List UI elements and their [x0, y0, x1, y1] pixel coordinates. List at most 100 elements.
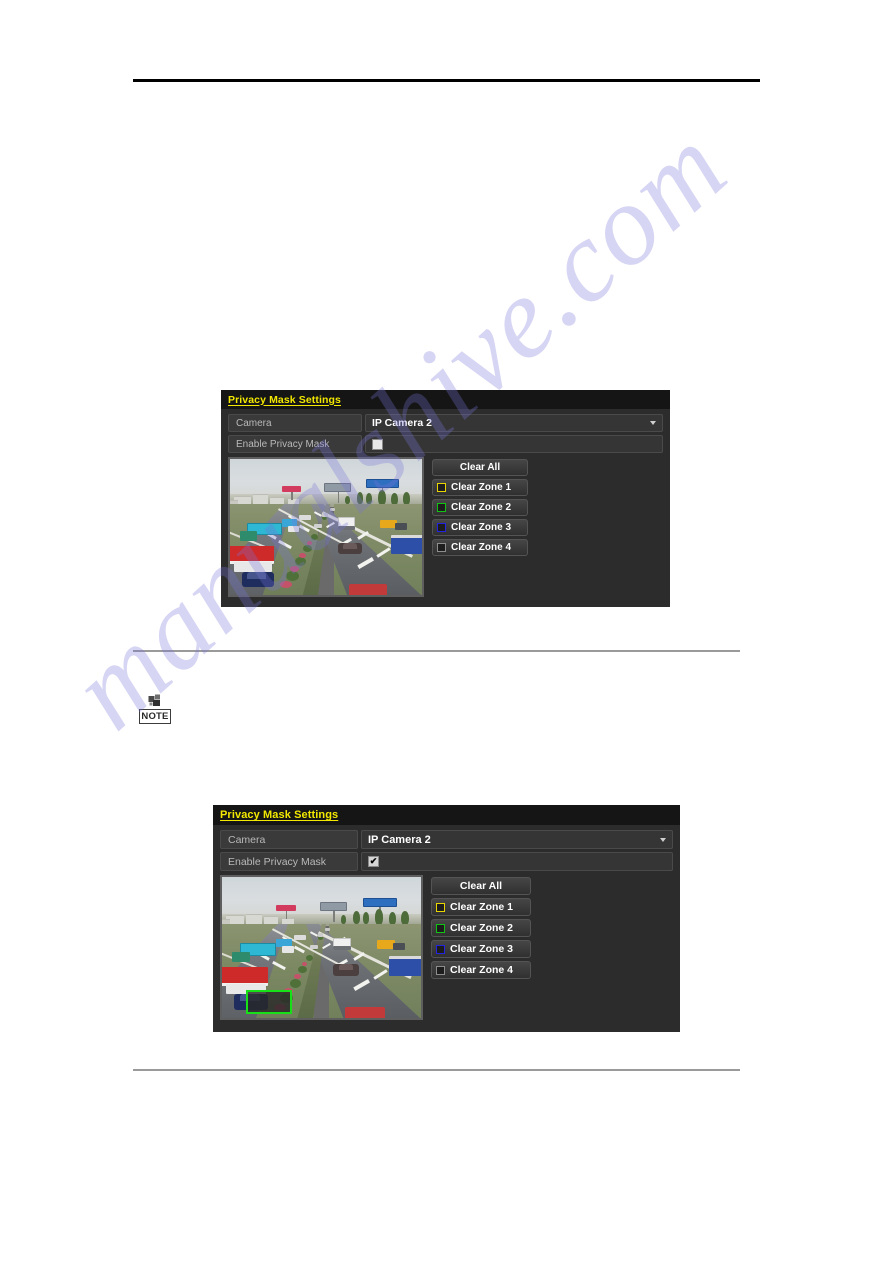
vehicle-white-car — [299, 514, 311, 521]
vehicle-coach-shadow — [333, 946, 352, 951]
camera-row: Camera IP Camera 2 — [228, 414, 663, 432]
vehicle-far-car — [309, 944, 318, 949]
note-label: NOTE — [139, 709, 171, 724]
clear-zone-4-button[interactable]: Clear Zone 4 — [431, 961, 531, 979]
page-watermark: manualshive.com — [0, 0, 893, 1263]
note-glyph-icon — [148, 694, 160, 706]
zone-4-color-swatch — [436, 965, 445, 975]
camera-select-value: IP Camera 2 — [372, 417, 432, 429]
privacy-mask-zone-rectangle[interactable] — [245, 989, 292, 1014]
section-rule — [133, 650, 740, 652]
tree — [353, 910, 361, 924]
billboard-blue — [363, 898, 398, 907]
tree — [341, 915, 347, 924]
vehicle-far-car — [329, 507, 335, 511]
enable-privacy-mask-row: Enable Privacy Mask ✔ — [220, 852, 673, 871]
vehicle-blue-lorry — [391, 535, 422, 555]
dialog-body: Camera IP Camera 2 Enable Privacy Mask ✔ — [221, 409, 670, 597]
clear-zone-1-label: Clear Zone 1 — [450, 901, 514, 913]
chevron-down-icon — [650, 421, 656, 425]
privacy-mask-settings-dialog-1: Privacy Mask Settings Camera IP Camera 2… — [221, 390, 670, 607]
zone-3-color-swatch — [436, 944, 445, 954]
camera-select[interactable]: IP Camera 2 — [365, 414, 663, 432]
note-icon: NOTE — [139, 694, 171, 724]
tree — [345, 495, 350, 504]
clear-zone-3-button[interactable]: Clear Zone 3 — [432, 519, 528, 536]
dialog-content: Clear All Clear Zone 1 Clear Zone 2 Clea… — [220, 875, 673, 1020]
zone-3-color-swatch — [437, 523, 446, 532]
clear-zone-1-label: Clear Zone 1 — [451, 482, 512, 493]
billboard-post — [285, 910, 288, 920]
clear-zone-2-button[interactable]: Clear Zone 2 — [431, 919, 531, 937]
camera-label: Camera — [228, 414, 362, 432]
tree — [366, 493, 373, 504]
vehicle-green-cab — [231, 951, 250, 962]
enable-privacy-mask-label: Enable Privacy Mask — [220, 852, 358, 871]
clear-zone-4-label: Clear Zone 4 — [450, 964, 514, 976]
enable-privacy-mask-control[interactable]: ✔ — [365, 435, 663, 453]
privacy-mask-settings-dialog-2: Privacy Mask Settings Camera IP Camera 2… — [213, 805, 680, 1032]
vehicle-red-bus — [222, 967, 268, 986]
zone-1-color-swatch — [436, 902, 445, 912]
tree — [363, 912, 370, 924]
clear-zone-4-label: Clear Zone 4 — [451, 542, 512, 553]
enable-privacy-mask-row: Enable Privacy Mask ✔ — [228, 435, 663, 453]
clear-all-button[interactable]: Clear All — [431, 877, 531, 895]
enable-privacy-mask-checkbox[interactable]: ✔ — [368, 856, 379, 867]
vehicle-red-car-foreground — [345, 1006, 386, 1018]
camera-select-value: IP Camera 2 — [368, 833, 431, 846]
zone-button-panel: Clear All Clear Zone 1 Clear Zone 2 Clea… — [431, 875, 531, 1020]
chevron-down-icon — [660, 837, 666, 842]
camera-label: Camera — [220, 830, 358, 849]
median-flowers — [301, 961, 307, 966]
billboard-blue — [366, 479, 399, 488]
median-hedge — [289, 978, 301, 988]
median-hedge — [297, 965, 307, 973]
median-flowers — [306, 540, 312, 545]
vehicle-bus-lower — [233, 562, 273, 572]
clear-zone-2-button[interactable]: Clear Zone 2 — [432, 499, 528, 516]
clear-zone-3-button[interactable]: Clear Zone 3 — [431, 940, 531, 958]
billboard-gray — [319, 902, 348, 911]
clear-all-label: Clear All — [459, 462, 501, 473]
zone-2-color-swatch — [436, 923, 445, 933]
vehicle-white-car — [287, 525, 300, 533]
vehicle-maroon-car-roof — [339, 964, 354, 971]
clear-zone-3-label: Clear Zone 3 — [451, 522, 512, 533]
enable-privacy-mask-control[interactable]: ✔ — [361, 852, 673, 871]
clear-all-label: Clear All — [459, 880, 503, 892]
vehicle-red-car-foreground — [349, 584, 388, 595]
clear-zone-1-button[interactable]: Clear Zone 1 — [431, 898, 531, 916]
dialog-body: Camera IP Camera 2 Enable Privacy Mask ✔ — [213, 825, 680, 1020]
vehicle-coach-shadow — [337, 525, 355, 530]
vehicle-far-car — [325, 927, 331, 931]
vehicle-white-car — [293, 934, 306, 941]
clear-zone-3-label: Clear Zone 3 — [450, 943, 514, 955]
vehicle-far-car — [314, 524, 323, 529]
clear-all-button[interactable]: Clear All — [432, 459, 528, 476]
median-hedge — [285, 570, 299, 581]
vehicle-maroon-car-roof — [343, 543, 357, 549]
clear-zone-1-button[interactable]: Clear Zone 1 — [432, 479, 528, 496]
vehicle-far-car — [317, 933, 324, 937]
camera-row: Camera IP Camera 2 — [220, 830, 673, 849]
camera-select[interactable]: IP Camera 2 — [361, 830, 673, 849]
camera-preview-1[interactable] — [228, 457, 424, 597]
header-rule — [133, 79, 760, 82]
vehicle-blue-car-roof — [247, 571, 267, 579]
enable-privacy-mask-checkbox[interactable]: ✔ — [372, 438, 383, 450]
dialog-titlebar: Privacy Mask Settings — [221, 390, 670, 409]
billboard-gray — [324, 483, 351, 492]
vehicle-far-car — [322, 513, 328, 517]
dialog-title: Privacy Mask Settings — [228, 393, 341, 406]
zone-button-panel: Clear All Clear Zone 1 Clear Zone 2 Clea… — [432, 457, 528, 597]
zone-2-color-swatch — [437, 503, 446, 512]
billboard-post — [333, 910, 335, 923]
vehicle-red-bus — [230, 546, 275, 564]
median-hedge — [302, 544, 312, 552]
checkmark-icon: ✔ — [369, 856, 378, 866]
clear-zone-2-label: Clear Zone 2 — [451, 502, 512, 513]
camera-preview-2[interactable] — [220, 875, 423, 1020]
zone-1-color-swatch — [437, 483, 446, 492]
clear-zone-4-button[interactable]: Clear Zone 4 — [432, 539, 528, 556]
